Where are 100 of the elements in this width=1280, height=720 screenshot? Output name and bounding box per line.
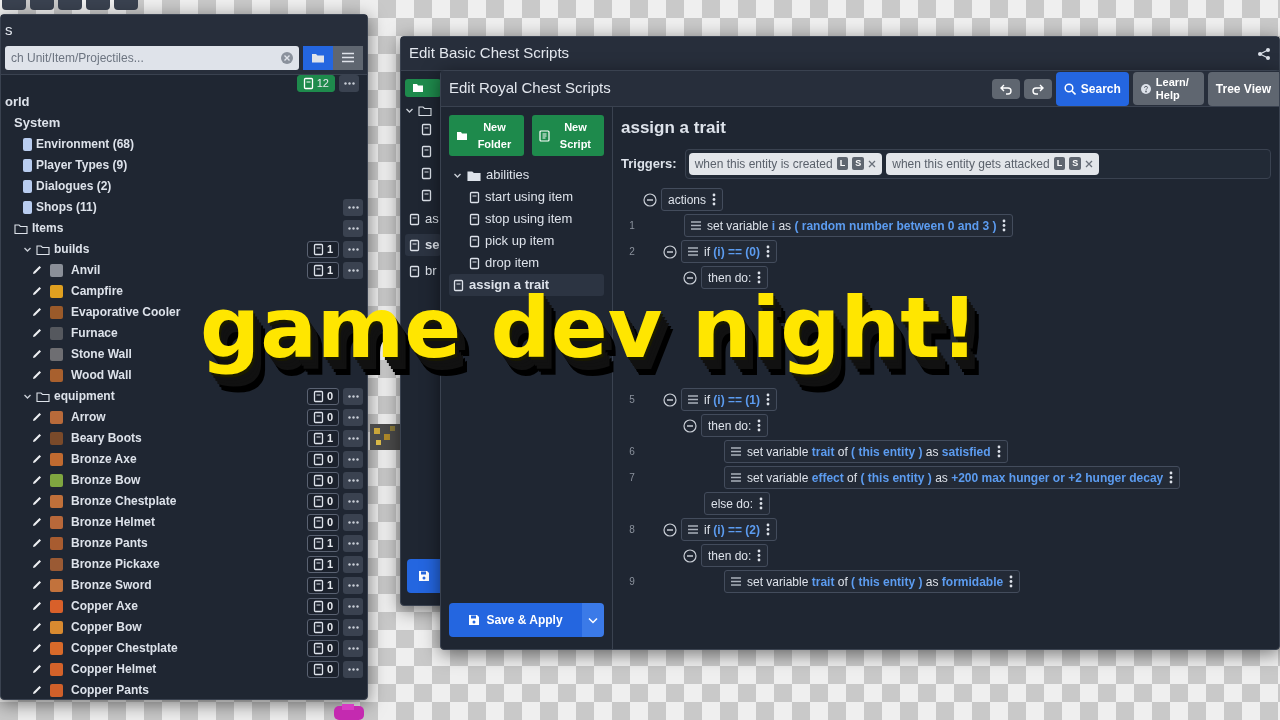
- search-button[interactable]: Search: [1055, 71, 1129, 106]
- tree-item-label[interactable]: Anvil: [71, 261, 101, 279]
- script-list-item[interactable]: as: [405, 208, 441, 230]
- trigger-tag[interactable]: when this entity gets attacked L S: [886, 152, 1100, 175]
- collapse-icon[interactable]: [663, 244, 677, 259]
- script-count-badge[interactable]: 0: [306, 408, 339, 426]
- collapse-icon[interactable]: [663, 522, 677, 537]
- remove-icon[interactable]: [1085, 159, 1094, 168]
- branch-block[interactable]: actions: [661, 188, 724, 211]
- script-count-badge[interactable]: 0: [306, 492, 339, 510]
- more-button[interactable]: [343, 471, 363, 489]
- script-count-badge[interactable]: 0: [306, 618, 339, 636]
- more-button[interactable]: [343, 219, 363, 237]
- tree-item-label[interactable]: Copper Pants: [71, 681, 149, 699]
- folder-button[interactable]: [303, 45, 333, 70]
- script-list-item[interactable]: se: [405, 234, 441, 256]
- tree-item-label[interactable]: Bronze Pickaxe: [71, 555, 160, 573]
- script-list-item[interactable]: pick up item: [465, 230, 604, 252]
- more-button[interactable]: [343, 513, 363, 531]
- tree-item-label[interactable]: builds: [54, 240, 90, 258]
- new-folder-button[interactable]: New Folder: [449, 115, 524, 156]
- script-count-badge[interactable]: 0: [306, 471, 339, 489]
- action-block[interactable]: set variable effect of ( this entity ) as +200 max hunger or +2 hunger decay: [724, 466, 1181, 489]
- save-button[interactable]: [407, 559, 441, 593]
- remove-icon[interactable]: [868, 159, 877, 168]
- tree-item-label[interactable]: Player Types (9): [36, 156, 128, 174]
- tree-item-label[interactable]: Items: [32, 219, 64, 237]
- branch-block[interactable]: then do:: [701, 266, 769, 289]
- action-block[interactable]: if (i) == (2): [681, 518, 778, 541]
- search-field[interactable]: ch Unit/Item/Projectiles...: [5, 45, 299, 70]
- action-block[interactable]: set variable trait of ( this entity ) as formidable: [724, 570, 1021, 593]
- script-count-badge[interactable]: 0: [306, 597, 339, 615]
- more-button[interactable]: [343, 408, 363, 426]
- toolbar-button[interactable]: [58, 0, 82, 10]
- action-block[interactable]: if (i) == (1): [681, 388, 778, 411]
- script-count-badge[interactable]: 0: [306, 639, 339, 657]
- script-count-badge[interactable]: 1: [306, 240, 339, 258]
- toolbar-button[interactable]: [30, 0, 54, 10]
- more-button[interactable]: [343, 576, 363, 594]
- collapse-icon[interactable]: [643, 192, 657, 207]
- tree-item-label[interactable]: Copper Helmet: [71, 660, 157, 678]
- more-button[interactable]: [343, 429, 363, 447]
- tree-item-label[interactable]: Evaporative Cooler: [71, 303, 181, 321]
- script-list-item[interactable]: drop item: [465, 252, 604, 274]
- toolbar-button[interactable]: [114, 0, 138, 10]
- more-button[interactable]: [343, 387, 363, 405]
- toolbar-button[interactable]: [2, 0, 26, 10]
- more-button[interactable]: [343, 534, 363, 552]
- more-button[interactable]: [343, 618, 363, 636]
- more-button[interactable]: [343, 492, 363, 510]
- script-count-badge[interactable]: 0: [306, 387, 339, 405]
- script-count-badge[interactable]: 1: [306, 534, 339, 552]
- more-button[interactable]: [343, 198, 363, 216]
- collapse-icon[interactable]: [683, 418, 697, 433]
- more-button[interactable]: [343, 450, 363, 468]
- tree-item-label[interactable]: Bronze Chestplate: [71, 492, 177, 510]
- collapse-icon[interactable]: [683, 270, 697, 285]
- more-button[interactable]: [343, 597, 363, 615]
- tree-item-label[interactable]: Bronze Pants: [71, 534, 148, 552]
- script-list-item[interactable]: abilities: [449, 164, 604, 186]
- branch-block[interactable]: then do:: [701, 414, 769, 437]
- tree-item-label[interactable]: Bronze Bow: [71, 471, 141, 489]
- tree-item-label[interactable]: Copper Chestplate: [71, 639, 178, 657]
- more-button[interactable]: [343, 555, 363, 573]
- tree-item-label[interactable]: Dialogues (2): [36, 177, 112, 195]
- script-count-badge[interactable]: 1: [306, 261, 339, 279]
- script-count-badge[interactable]: 1: [306, 429, 339, 447]
- redo-button[interactable]: [1023, 78, 1052, 99]
- script-count-badge[interactable]: 0: [306, 660, 339, 678]
- collapse-icon[interactable]: [663, 392, 677, 407]
- save-apply-button[interactable]: Save & Apply: [449, 603, 582, 637]
- collapse-icon[interactable]: [683, 548, 697, 563]
- tree-item-label[interactable]: orld: [5, 92, 30, 112]
- action-block[interactable]: if (i) == (0): [681, 240, 778, 263]
- tree-item-label[interactable]: Environment (68): [36, 135, 134, 153]
- tree-item-label[interactable]: System: [14, 113, 61, 133]
- script-count-badge[interactable]: 0: [306, 450, 339, 468]
- tree-item-label[interactable]: Bronze Sword: [71, 576, 152, 594]
- tree-item-label[interactable]: Copper Bow: [71, 618, 142, 636]
- tree-item-label[interactable]: Stone Wall: [71, 345, 132, 363]
- triggers-field[interactable]: when this entity is created L S when this entity gets attacked L S: [684, 148, 1271, 179]
- script-count-badge[interactable]: 1: [306, 576, 339, 594]
- share-icon[interactable]: [1257, 46, 1271, 61]
- tree-item-label[interactable]: Bronze Axe: [71, 450, 137, 468]
- tree-item-label[interactable]: Campfire: [71, 282, 123, 300]
- script-list-item[interactable]: stop using item: [465, 208, 604, 230]
- action-block[interactable]: set variable trait of ( this entity ) as satisfied: [724, 440, 1008, 463]
- branch-block[interactable]: then do:: [701, 544, 769, 567]
- script-list-item[interactable]: br: [405, 260, 441, 282]
- script-count-badge[interactable]: 0: [306, 513, 339, 531]
- save-options-button[interactable]: [582, 603, 604, 637]
- new-folder-button[interactable]: [405, 79, 441, 97]
- script-count-badge[interactable]: 1: [306, 555, 339, 573]
- tree-item-label[interactable]: equipment: [54, 387, 115, 405]
- tree-item-label[interactable]: Shops (11): [36, 198, 97, 216]
- more-button[interactable]: [343, 639, 363, 657]
- more-button[interactable]: [343, 240, 363, 258]
- tree-item-label[interactable]: Arrow: [71, 408, 106, 426]
- toolbar-button[interactable]: [86, 0, 110, 10]
- tree-item-label[interactable]: Furnace: [71, 324, 118, 342]
